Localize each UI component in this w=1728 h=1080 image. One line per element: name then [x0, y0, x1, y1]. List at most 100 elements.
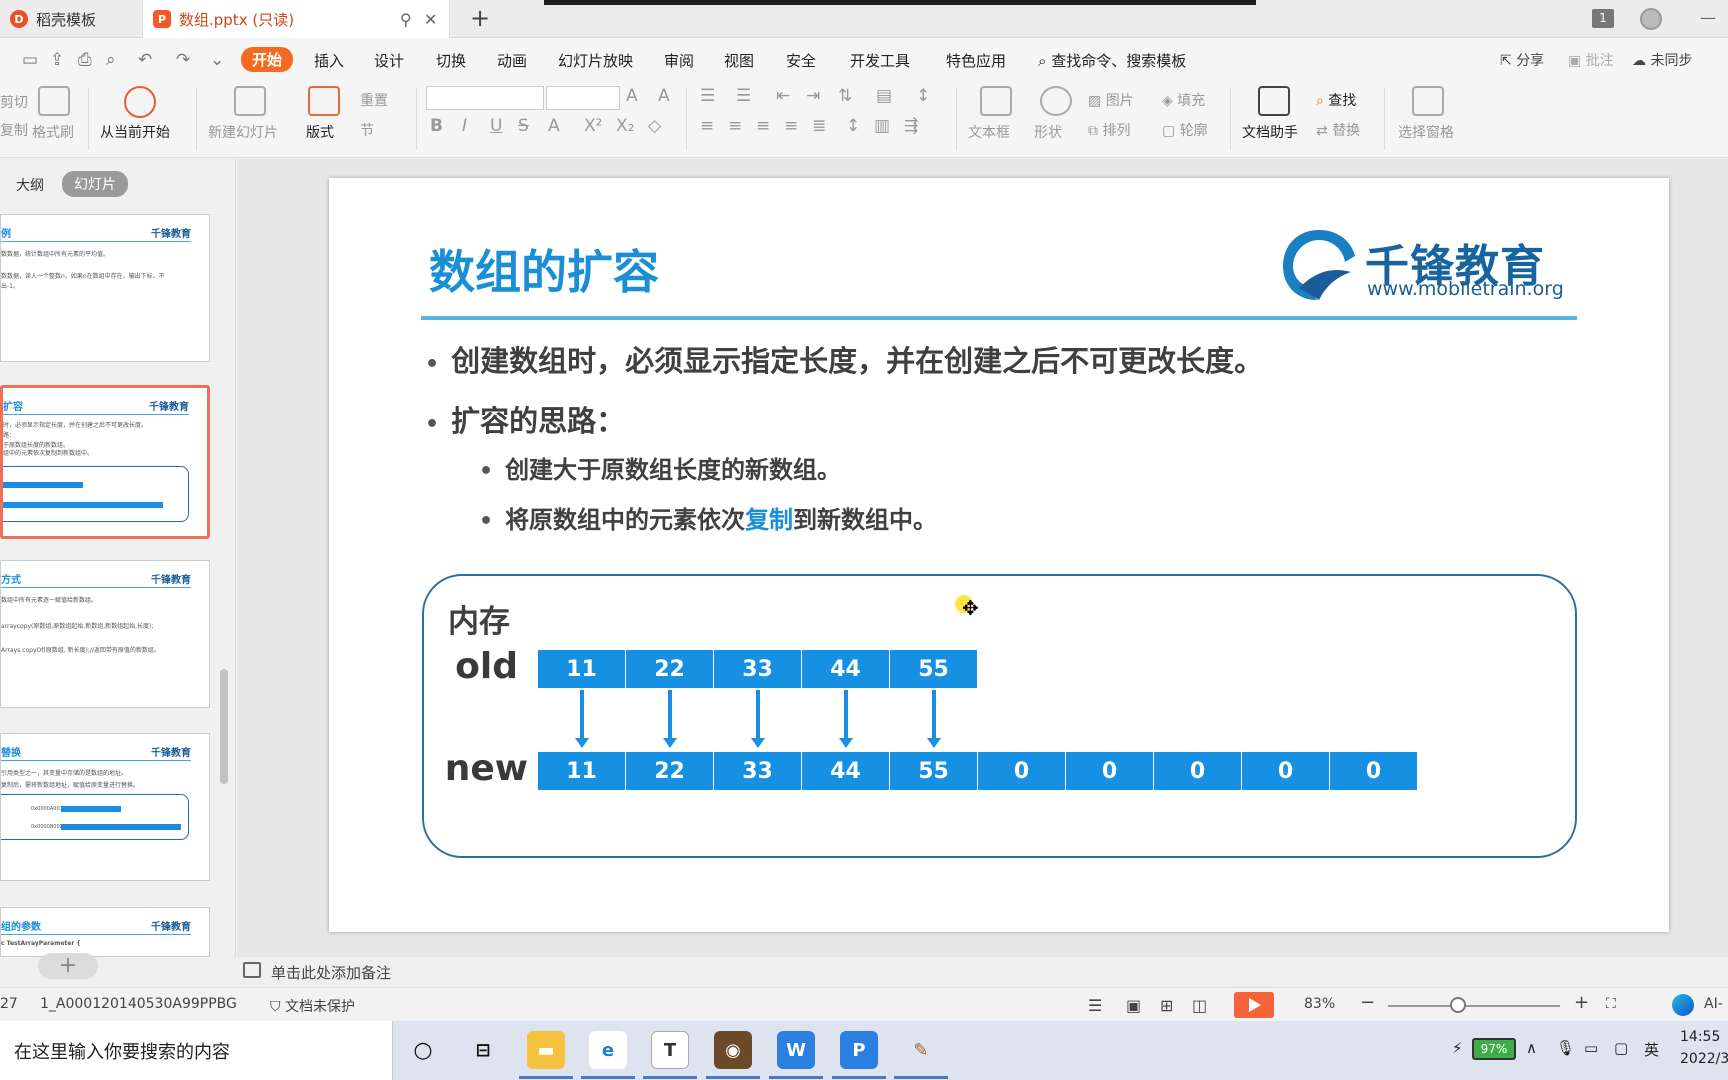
slide-thumbnail-selected[interactable]: 扩容 千锋教育 时，必须显示指定长度，并在创建之后不可更改长度。 路： 于原数组… [0, 385, 210, 539]
slide-thumbnail[interactable]: 替换 千锋教育 引用类型之一，其变量中存储的是数组的地址。 复制后，需将新数组地… [0, 733, 210, 881]
notes-toggle-icon[interactable]: ☰ [1088, 996, 1102, 1015]
undo-icon[interactable]: ↶ [138, 50, 152, 70]
bullets-icon[interactable]: ☰ [700, 86, 715, 106]
comment-button[interactable]: ▣ 批注 [1568, 50, 1614, 70]
arrange-button[interactable]: ⧉ 排列 [1088, 120, 1130, 140]
close-tab-icon[interactable]: ✕ [424, 10, 437, 29]
window-count-badge[interactable]: 1 [1592, 9, 1614, 28]
tray-chevron-icon[interactable]: ∧ [1526, 1039, 1537, 1057]
layout-button[interactable]: 版式 [306, 122, 334, 142]
find-button[interactable]: ⌕ 查找 [1316, 90, 1356, 110]
task-view-icon[interactable]: ⊟ [464, 1031, 502, 1069]
pin-icon[interactable]: ⚲ [400, 10, 412, 29]
notes-bar[interactable]: 单击此处添加备注 [237, 957, 1728, 987]
bold-icon[interactable]: B [430, 116, 443, 136]
wps-presentation-icon[interactable]: P [840, 1031, 878, 1069]
redo-icon[interactable]: ↷ [176, 50, 190, 70]
save-icon[interactable]: ▭ [22, 50, 38, 70]
outline-tab[interactable]: 大纲 [16, 175, 44, 195]
new-tab-button[interactable]: + [470, 4, 490, 32]
network-icon[interactable]: ▢ [1614, 1039, 1628, 1057]
cut-button[interactable]: 剪切 [0, 92, 28, 112]
protection-status[interactable]: ⛉ 文档未保护 [270, 996, 355, 1016]
menu-design[interactable]: 设计 [374, 50, 404, 71]
print-preview-icon[interactable]: ⌕ [106, 50, 116, 70]
distribute-icon[interactable]: ≣ [812, 116, 826, 136]
normal-view-icon[interactable]: ▣ [1126, 996, 1141, 1015]
slide-thumbnail[interactable]: 方式 千锋教育 数组中所有元素逐一赋值给新数组。 arraycopy(原数组,原… [0, 560, 210, 708]
decrease-indent-icon[interactable]: ⇤ [776, 86, 790, 106]
slides-tab[interactable]: 幻灯片 [62, 171, 128, 197]
font-name-select[interactable] [426, 86, 544, 110]
copy-button[interactable]: 复制 [0, 120, 28, 140]
font-color-icon[interactable]: A [548, 116, 560, 136]
customize-icon[interactable]: ⌄ [210, 50, 224, 70]
slide[interactable]: 数组的扩容 千锋教育 www.mobiletrain.org • 创建数组时，必须… [329, 178, 1669, 932]
text-direction-icon[interactable]: ⇅ [838, 86, 852, 106]
share-button[interactable]: ⇱ 分享 [1500, 50, 1544, 70]
italic-icon[interactable]: I [462, 116, 467, 136]
align-left-icon[interactable]: ≡ [700, 116, 714, 136]
numbering-icon[interactable]: ☰ [736, 86, 751, 106]
cortana-icon[interactable]: ○ [404, 1031, 442, 1069]
export-icon[interactable]: ⇪ [50, 50, 64, 70]
para-spacing-icon[interactable]: ↕ [846, 116, 860, 136]
menu-review[interactable]: 审阅 [664, 50, 694, 71]
menu-insert[interactable]: 插入 [314, 50, 344, 71]
menu-slideshow[interactable]: 幻灯片放映 [558, 50, 633, 71]
zoom-slider-track[interactable] [1388, 1005, 1560, 1007]
command-search[interactable]: ⌕ 查找命令、搜索模板 [1038, 50, 1186, 71]
indent-options-icon[interactable]: ⇶ [904, 116, 918, 136]
menu-animation[interactable]: 动画 [497, 50, 527, 71]
ai-label[interactable]: AI- [1704, 996, 1723, 1012]
menu-transition[interactable]: 切换 [436, 50, 466, 71]
sorter-view-icon[interactable]: ⊞ [1160, 996, 1173, 1015]
ai-icon[interactable] [1672, 994, 1694, 1016]
sync-button[interactable]: ☁ 未同步 [1632, 50, 1692, 70]
slide-thumbnail[interactable]: 例 千锋教育 数数据，统计数组中所有元素的平均值。 数数据，读入一个整数n，如果… [0, 214, 210, 362]
fit-window-icon[interactable]: ⛶ [1606, 996, 1616, 1012]
clock-date[interactable]: 2022/3 [1680, 1051, 1728, 1067]
minimize-icon[interactable]: — [1700, 8, 1716, 27]
edge-icon[interactable]: e [589, 1031, 627, 1069]
menu-developer[interactable]: 开发工具 [850, 50, 910, 71]
subscript-icon[interactable]: X₂ [616, 116, 634, 136]
justify-icon[interactable]: ≡ [784, 116, 798, 136]
taskbar-search[interactable]: 在这里输入你要搜索的内容 [0, 1021, 393, 1080]
align-right-icon[interactable]: ≡ [756, 116, 770, 136]
paint-icon[interactable]: ✎ [902, 1031, 940, 1069]
shrink-font-icon[interactable]: A [658, 86, 670, 106]
clear-format-icon[interactable]: ◇ [648, 116, 661, 136]
power-icon[interactable]: ▭ [1584, 1039, 1598, 1057]
zoom-in-icon[interactable]: + [1574, 992, 1589, 1013]
file-explorer-icon[interactable]: ▬ [527, 1031, 565, 1069]
menu-home[interactable]: 开始 [241, 47, 294, 72]
replace-button[interactable]: ⇄ 替换 [1316, 120, 1360, 140]
game-app-icon[interactable]: ◉ [714, 1031, 752, 1069]
shape-button[interactable]: 形状 [1034, 122, 1062, 142]
wps-writer-icon[interactable]: W [777, 1031, 815, 1069]
ime-indicator[interactable]: 英 [1644, 1039, 1659, 1060]
slideshow-play-button[interactable] [1234, 992, 1274, 1018]
select-pane-button[interactable]: 选择窗格 [1398, 122, 1454, 142]
microphone-icon[interactable]: 🎙 [1556, 1039, 1575, 1057]
battery-indicator[interactable]: 97% [1472, 1038, 1516, 1060]
zoom-slider-handle[interactable] [1450, 997, 1466, 1013]
font-size-select[interactable] [546, 86, 620, 110]
zoom-out-icon[interactable]: − [1360, 992, 1375, 1013]
typora-icon[interactable]: T [651, 1031, 689, 1069]
from-current-button[interactable]: 从当前开始 [100, 122, 170, 142]
fill-button[interactable]: ◈ 填充 [1162, 90, 1205, 110]
picture-button[interactable]: ▨ 图片 [1088, 90, 1134, 110]
strikethrough-icon[interactable]: S [518, 116, 529, 136]
section-button[interactable]: 节 [360, 120, 374, 140]
menu-security[interactable]: 安全 [786, 50, 816, 71]
underline-icon[interactable]: U [490, 116, 502, 136]
menu-special[interactable]: 特色应用 [946, 50, 1006, 71]
user-avatar[interactable] [1640, 8, 1662, 30]
zoom-level[interactable]: 83% [1304, 996, 1335, 1012]
textbox-button[interactable]: 文本框 [968, 122, 1010, 142]
align-center-icon[interactable]: ≡ [728, 116, 742, 136]
print-icon[interactable]: ⎙ [78, 50, 92, 70]
line-spacing-icon[interactable]: ↕ [916, 86, 930, 106]
